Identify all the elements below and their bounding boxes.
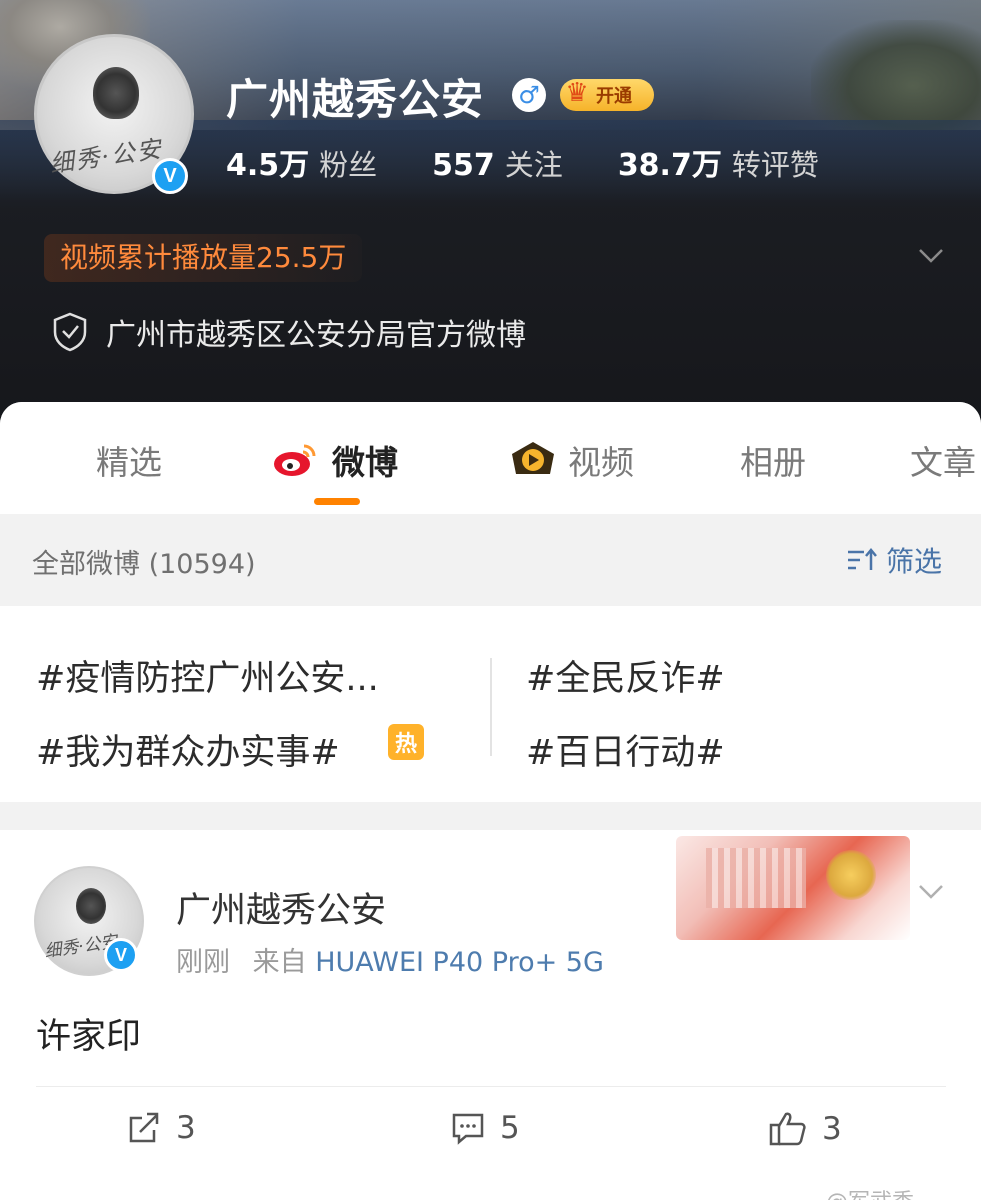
- comment-count: 5: [500, 1110, 520, 1146]
- vip-open-button[interactable]: ♛ 开通: [560, 78, 654, 111]
- repost-button[interactable]: 3: [126, 1110, 196, 1146]
- tab-weibo[interactable]: 微博: [272, 436, 398, 484]
- post-card-decoration: [676, 836, 910, 940]
- repost-count: 3: [176, 1110, 196, 1146]
- shield-icon: [53, 312, 87, 352]
- stat-label: 关注: [504, 148, 563, 182]
- tab-label: 相册: [740, 443, 806, 482]
- weibo-profile-page: 细秀·公安 V 广州越秀公安 ♂ ♛ 开通 4.5万 粉丝 557 关注 38.…: [0, 0, 981, 1200]
- topic-link[interactable]: #疫情防控广州公安...: [36, 650, 379, 701]
- verified-description-text: 广州市越秀区公安分局官方微博: [106, 318, 526, 353]
- post-device[interactable]: HUAWEI P40 Pro+ 5G: [315, 947, 604, 978]
- emblem-decoration: [826, 850, 876, 900]
- active-tab-indicator: [314, 498, 360, 505]
- chevron-down-icon[interactable]: [916, 876, 946, 906]
- thumbs-up-icon: [769, 1112, 806, 1146]
- tab-label: 文章: [910, 443, 976, 482]
- post-meta: 刚刚 来自 HUAWEI P40 Pro+ 5G: [176, 940, 604, 979]
- verified-badge-icon: V: [104, 938, 138, 972]
- weibo-post: 细秀·公安 V 广州越秀公安 刚刚 来自 HUAWEI P40 Pro+ 5G …: [0, 830, 981, 1200]
- post-author-name[interactable]: 广州越秀公安: [176, 882, 386, 933]
- filter-icon: [848, 548, 877, 570]
- hot-badge: 热: [388, 724, 424, 760]
- post-source-prefix: 来自: [252, 947, 307, 978]
- tab-featured[interactable]: 精选: [96, 436, 162, 484]
- tab-articles[interactable]: 文章: [910, 436, 976, 484]
- video-icon: [512, 442, 554, 474]
- tab-label: 精选: [96, 443, 162, 482]
- tab-album[interactable]: 相册: [740, 436, 806, 484]
- stat-label: 粉丝: [319, 148, 378, 182]
- topic-link[interactable]: #全民反诈#: [526, 650, 725, 701]
- profile-tabs: 精选 微博 视频 相册 文章: [0, 402, 981, 514]
- video-play-count: 视频累计播放量25.5万: [44, 234, 363, 282]
- like-count: 3: [822, 1111, 842, 1147]
- content-card: 精选 微博 视频 相册 文章 全部微博 (10594) 筛选 #疫情防控广州公安…: [0, 402, 981, 1200]
- filter-button[interactable]: 筛选: [846, 540, 942, 580]
- police-emblem-icon: [76, 888, 106, 924]
- profile-stats: 4.5万 粉丝 557 关注 38.7万 转评赞: [226, 140, 874, 184]
- crown-icon: ♛: [565, 78, 589, 108]
- weibo-icon: [274, 444, 316, 476]
- stat-number: 557: [432, 148, 495, 183]
- topic-link[interactable]: #我为群众办实事#: [36, 724, 340, 775]
- stat-followers[interactable]: 4.5万 粉丝: [226, 140, 377, 184]
- profile-header: 细秀·公安 V 广州越秀公安 ♂ ♛ 开通 4.5万 粉丝 557 关注 38.…: [0, 0, 981, 430]
- like-button[interactable]: 3: [768, 1110, 842, 1148]
- post-text: 许家印: [36, 1017, 142, 1057]
- police-emblem-icon: [93, 67, 139, 119]
- header-trees-decoration: [811, 20, 981, 130]
- comment-button[interactable]: 5: [450, 1110, 520, 1146]
- topics-panel: #疫情防控广州公安... #全民反诈# #我为群众办实事# 热 #百日行动#: [0, 606, 981, 802]
- tab-label: 视频: [568, 443, 634, 482]
- stat-following[interactable]: 557 关注: [432, 142, 563, 184]
- post-time: 刚刚: [176, 947, 230, 978]
- repost-icon: [129, 1112, 159, 1143]
- vip-label: 开通: [596, 86, 632, 107]
- stat-number: 38.7万: [617, 148, 722, 183]
- comment-icon: [452, 1113, 484, 1145]
- verified-badge-icon: V: [152, 158, 188, 194]
- verified-description: 广州市越秀区公安分局官方微博: [52, 310, 526, 354]
- tab-video[interactable]: 视频: [508, 436, 634, 484]
- building-decoration: [706, 848, 806, 908]
- stat-label: 转评赞: [731, 148, 819, 182]
- stat-interactions[interactable]: 38.7万 转评赞: [618, 140, 819, 184]
- filter-bar: 全部微博 (10594) 筛选: [0, 514, 981, 606]
- topic-link[interactable]: #百日行动#: [526, 724, 725, 775]
- topic-divider: [490, 658, 492, 756]
- chevron-down-icon[interactable]: [916, 240, 946, 270]
- watermark: @军武季: [826, 1184, 914, 1200]
- filter-label: 筛选: [886, 545, 943, 578]
- stat-number: 4.5万: [226, 148, 310, 183]
- tab-label: 微博: [332, 443, 398, 482]
- profile-name: 广州越秀公安: [226, 75, 485, 124]
- gender-male-icon: ♂: [512, 78, 546, 112]
- all-posts-count: 全部微博 (10594): [32, 549, 256, 580]
- divider: [36, 1086, 946, 1087]
